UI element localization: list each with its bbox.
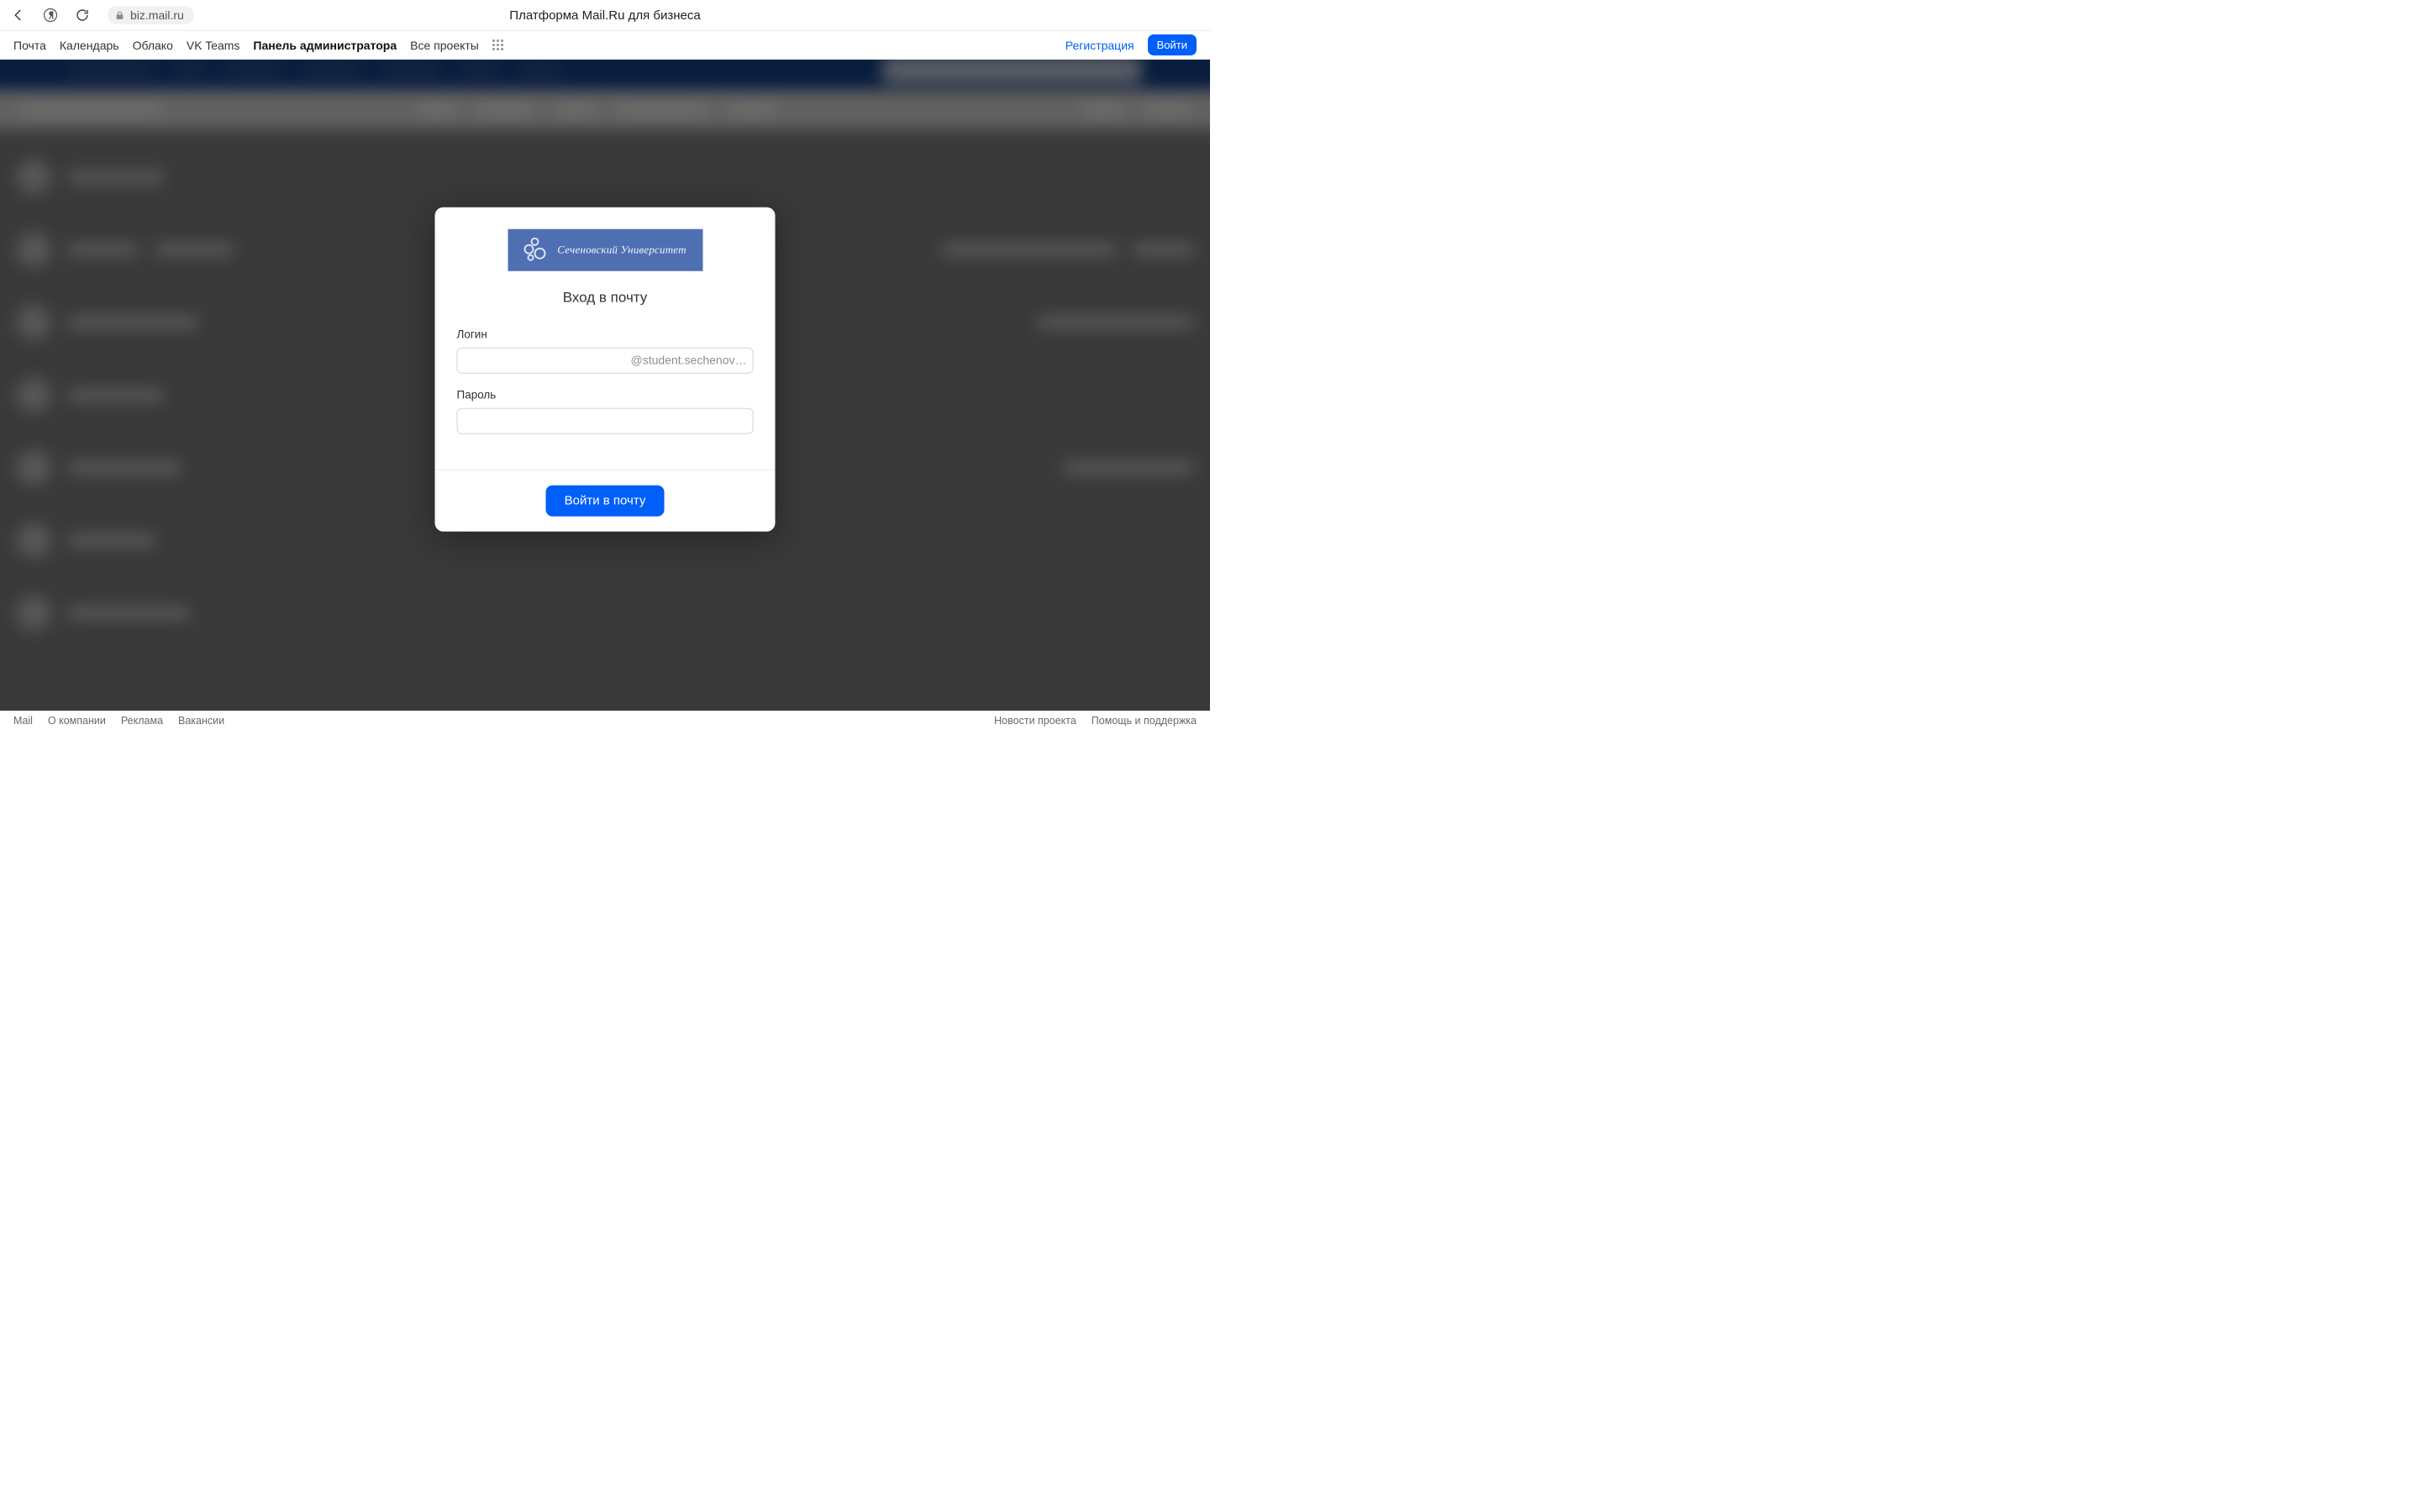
password-label: Пароль — [457, 388, 754, 401]
modal-title: Вход в почту — [457, 289, 754, 306]
services-nav: Почта Календарь Облако VK Teams Панель а… — [0, 31, 1210, 60]
login-input[interactable] — [457, 347, 754, 373]
org-emblem-icon — [523, 237, 549, 262]
nav-item-cloud[interactable]: Облако — [133, 39, 173, 52]
header-login-button[interactable]: Войти — [1148, 34, 1197, 55]
nav-item-all-projects[interactable]: Все проекты — [410, 39, 479, 52]
page-title: Платформа Mail.Ru для бизнеса — [509, 8, 700, 23]
reload-icon[interactable] — [74, 7, 91, 24]
browser-chrome: biz.mail.ru Платформа Mail.Ru для бизнес… — [0, 0, 1210, 31]
login-modal: Сеченовский Университет Вход в почту Лог… — [435, 207, 776, 531]
nav-item-vkteams[interactable]: VK Teams — [187, 39, 240, 52]
org-logo-text: Сеченовский Университет — [557, 243, 686, 256]
submit-login-button[interactable]: Войти в почту — [546, 485, 665, 516]
address-text: biz.mail.ru — [130, 8, 184, 22]
register-link[interactable]: Регистрация — [1065, 39, 1134, 52]
nav-item-mail[interactable]: Почта — [13, 39, 46, 52]
footer-link-ads[interactable]: Реклама — [121, 715, 163, 727]
nav-item-calendar[interactable]: Календарь — [60, 39, 119, 52]
apps-grid-icon[interactable] — [492, 39, 504, 51]
footer-link-about[interactable]: О компании — [48, 715, 106, 727]
password-input[interactable] — [457, 407, 754, 433]
footer-link-jobs[interactable]: Вакансии — [178, 715, 224, 727]
footer: Mail О компании Реклама Вакансии Новости… — [0, 711, 1210, 731]
address-bar[interactable]: biz.mail.ru — [108, 6, 194, 24]
footer-link-news[interactable]: Новости проекта — [994, 715, 1076, 727]
footer-link-mail[interactable]: Mail — [13, 715, 33, 727]
login-label: Логин — [457, 328, 754, 340]
nav-item-admin-panel[interactable]: Панель администратора — [253, 39, 397, 52]
main-area: Сеченовский Университет Вход в почту Лог… — [0, 60, 1210, 711]
yandex-icon[interactable] — [42, 7, 59, 24]
footer-link-help[interactable]: Помощь и поддержка — [1092, 715, 1197, 727]
org-logo-banner: Сеченовский Университет — [508, 228, 702, 270]
lock-icon — [114, 10, 125, 21]
back-icon[interactable] — [10, 7, 27, 24]
